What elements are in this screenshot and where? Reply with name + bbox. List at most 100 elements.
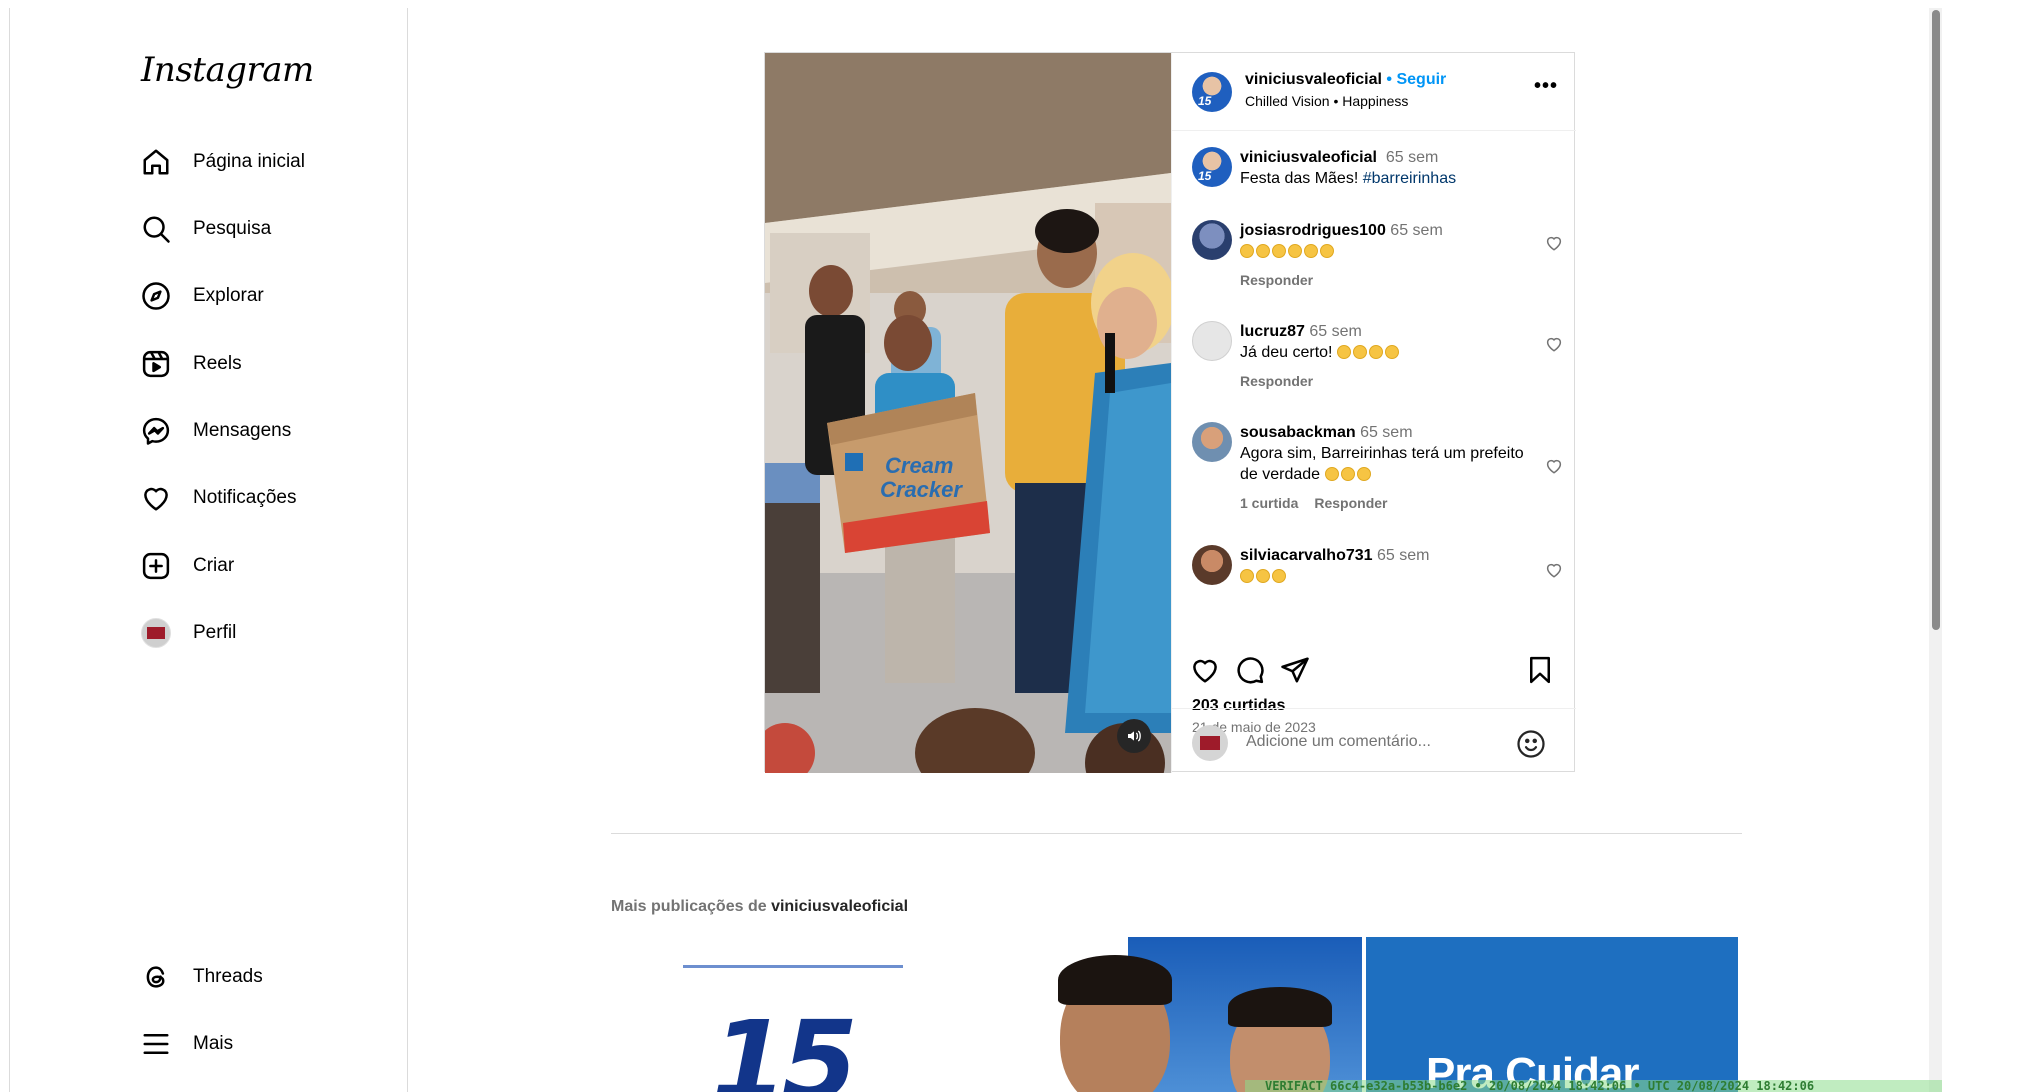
more-options-button[interactable]: ••• (1534, 75, 1558, 98)
sidebar-item-profile[interactable]: Perfil (141, 613, 236, 653)
reply-button[interactable]: Responder (1314, 495, 1387, 511)
more-posts-prefix: Mais publicações de (611, 898, 772, 915)
caption-avatar[interactable]: 15 (1192, 147, 1232, 187)
scrollbar-thumb[interactable] (1932, 10, 1940, 630)
sidebar-item-label: Threads (193, 966, 263, 987)
sidebar-item-more[interactable]: Mais (141, 1024, 233, 1064)
more-posts-heading: Mais publicações de viniciusvaleoficial (611, 898, 908, 916)
reply-button[interactable]: Responder (1240, 373, 1313, 389)
sidebar-item-label: Mais (193, 1033, 234, 1054)
like-comment-heart-icon[interactable] (1545, 234, 1563, 252)
commenter-avatar[interactable] (1192, 220, 1232, 260)
sidebar-item-home[interactable]: Página inicial (141, 142, 305, 182)
audio-track[interactable]: Chilled Vision • Happiness (1245, 93, 1408, 109)
home-icon (143, 149, 169, 175)
clapping-emoji-icon (1240, 568, 1288, 585)
comment-body: silviacarvalho731 65 sem (1240, 545, 1530, 587)
sound-toggle-button[interactable] (1117, 719, 1151, 753)
comment-meta: Responder (1240, 272, 1329, 288)
post-video[interactable]: Cream Cracker (765, 53, 1171, 773)
verification-watermark: VERIFACT 66c4-e32a-b53b-b6e2 • 20/08/202… (1245, 1080, 1942, 1092)
post-caption: 15 viniciusvaleoficial 65 sem Festa das … (1192, 147, 1562, 197)
follow-button[interactable]: Seguir (1396, 71, 1446, 88)
commenter-avatar[interactable] (1192, 422, 1232, 462)
page: Instagram Página inicial Pesquisa Explor… (0, 0, 1942, 1092)
list-item: silviacarvalho731 65 sem (1192, 545, 1562, 625)
comment-meta: Responder (1240, 373, 1329, 389)
plus-square-icon (142, 552, 170, 580)
commenter-avatar[interactable] (1192, 321, 1232, 361)
comment-username[interactable]: lucruz87 (1240, 323, 1305, 340)
post-dialog: Cream Cracker 15 viniciusvaleoficial • S… (764, 52, 1576, 773)
current-user-avatar (1192, 725, 1228, 761)
list-item: josiasrodrigues100 65 sem Responder (1192, 220, 1562, 300)
reply-button[interactable]: Responder (1240, 272, 1313, 288)
clapping-emoji-icon (1240, 243, 1336, 260)
emoji-picker-icon[interactable] (1516, 729, 1546, 759)
separator-dot: • (1386, 71, 1393, 88)
thumbnail-hair (1228, 987, 1332, 1027)
sidebar-item-label: Reels (193, 353, 242, 374)
comment-username[interactable]: silviacarvalho731 (1240, 547, 1373, 564)
comment-meta: 1 curtida Responder (1240, 495, 1403, 511)
heart-icon (144, 487, 168, 511)
sidebar-item-label: Pesquisa (193, 218, 272, 239)
svg-text:Cracker: Cracker (880, 477, 963, 502)
like-comment-heart-icon[interactable] (1545, 335, 1563, 353)
comment-input[interactable] (1246, 729, 1496, 755)
comments-list[interactable]: 15 viniciusvaleoficial 65 sem Festa das … (1172, 131, 1576, 635)
comment-body: lucruz87 65 sem Já deu certo! (1240, 321, 1530, 363)
clapping-emoji-icon (1336, 344, 1401, 361)
caption-hashtag[interactable]: #barreirinhas (1363, 170, 1456, 187)
sidebar-item-explore[interactable]: Explorar (141, 276, 264, 316)
comment-bubble-icon[interactable] (1235, 655, 1265, 685)
like-heart-icon[interactable] (1190, 655, 1220, 685)
sidebar: Instagram Página inicial Pesquisa Explor… (10, 8, 408, 1092)
sidebar-item-notifications[interactable]: Notificações (141, 478, 297, 518)
comment-text: Já deu certo! (1240, 344, 1337, 361)
sidebar-item-messages[interactable]: Mensagens (141, 411, 291, 451)
comment-username[interactable]: josiasrodrigues100 (1240, 222, 1386, 239)
sidebar-item-label: Criar (193, 555, 235, 576)
caption-username[interactable]: viniciusvaleoficial (1240, 149, 1377, 166)
messenger-icon (142, 417, 170, 445)
save-bookmark-icon[interactable] (1525, 655, 1555, 685)
sidebar-item-threads[interactable]: Threads (141, 957, 263, 997)
comment-username[interactable]: sousabackman (1240, 424, 1356, 441)
compass-icon (142, 282, 170, 310)
commenter-avatar[interactable] (1192, 545, 1232, 585)
add-comment-bar (1172, 708, 1576, 773)
post-thumbnail[interactable] (1000, 937, 1362, 1092)
more-posts-username[interactable]: viniciusvaleoficial (771, 898, 908, 915)
post-thumbnail[interactable]: 15 (611, 937, 965, 1092)
instagram-logo[interactable]: Instagram (141, 50, 314, 90)
svg-text:Cream: Cream (885, 453, 953, 478)
sidebar-item-label: Explorar (193, 285, 264, 306)
list-item: lucruz87 65 sem Já deu certo! Responder (1192, 321, 1562, 401)
caption-body: viniciusvaleoficial 65 sem Festa das Mãe… (1240, 147, 1530, 189)
sidebar-item-label: Mensagens (193, 420, 292, 441)
video-frame: Cream Cracker (765, 53, 1171, 773)
list-item: sousabackman 65 sem Agora sim, Barreirin… (1192, 422, 1562, 522)
threads-icon (146, 966, 165, 988)
comment-likes[interactable]: 1 curtida (1240, 495, 1298, 511)
share-paper-plane-icon[interactable] (1280, 655, 1310, 685)
comment-time: 65 sem (1377, 547, 1430, 564)
menu-icon (143, 1034, 169, 1054)
comment-body: josiasrodrigues100 65 sem (1240, 220, 1530, 262)
clapping-emoji-icon (1324, 466, 1373, 483)
section-divider (611, 833, 1742, 834)
thumbnail-caption-line (683, 965, 903, 968)
author-username[interactable]: viniciusvaleoficial (1245, 71, 1382, 88)
sidebar-item-search[interactable]: Pesquisa (141, 209, 271, 249)
caption-text: Festa das Mães! (1240, 170, 1363, 187)
like-comment-heart-icon[interactable] (1545, 561, 1563, 579)
sidebar-item-create[interactable]: Criar (141, 546, 234, 586)
like-comment-heart-icon[interactable] (1545, 457, 1563, 475)
author-avatar[interactable]: 15 (1192, 72, 1232, 112)
sidebar-item-reels[interactable]: Reels (141, 344, 242, 384)
comment-body: sousabackman 65 sem Agora sim, Barreirin… (1240, 422, 1530, 485)
post-thumbnail[interactable]: Pra Cuidar (1366, 937, 1738, 1092)
comment-time: 65 sem (1309, 323, 1362, 340)
sidebar-item-label: Perfil (193, 622, 237, 643)
